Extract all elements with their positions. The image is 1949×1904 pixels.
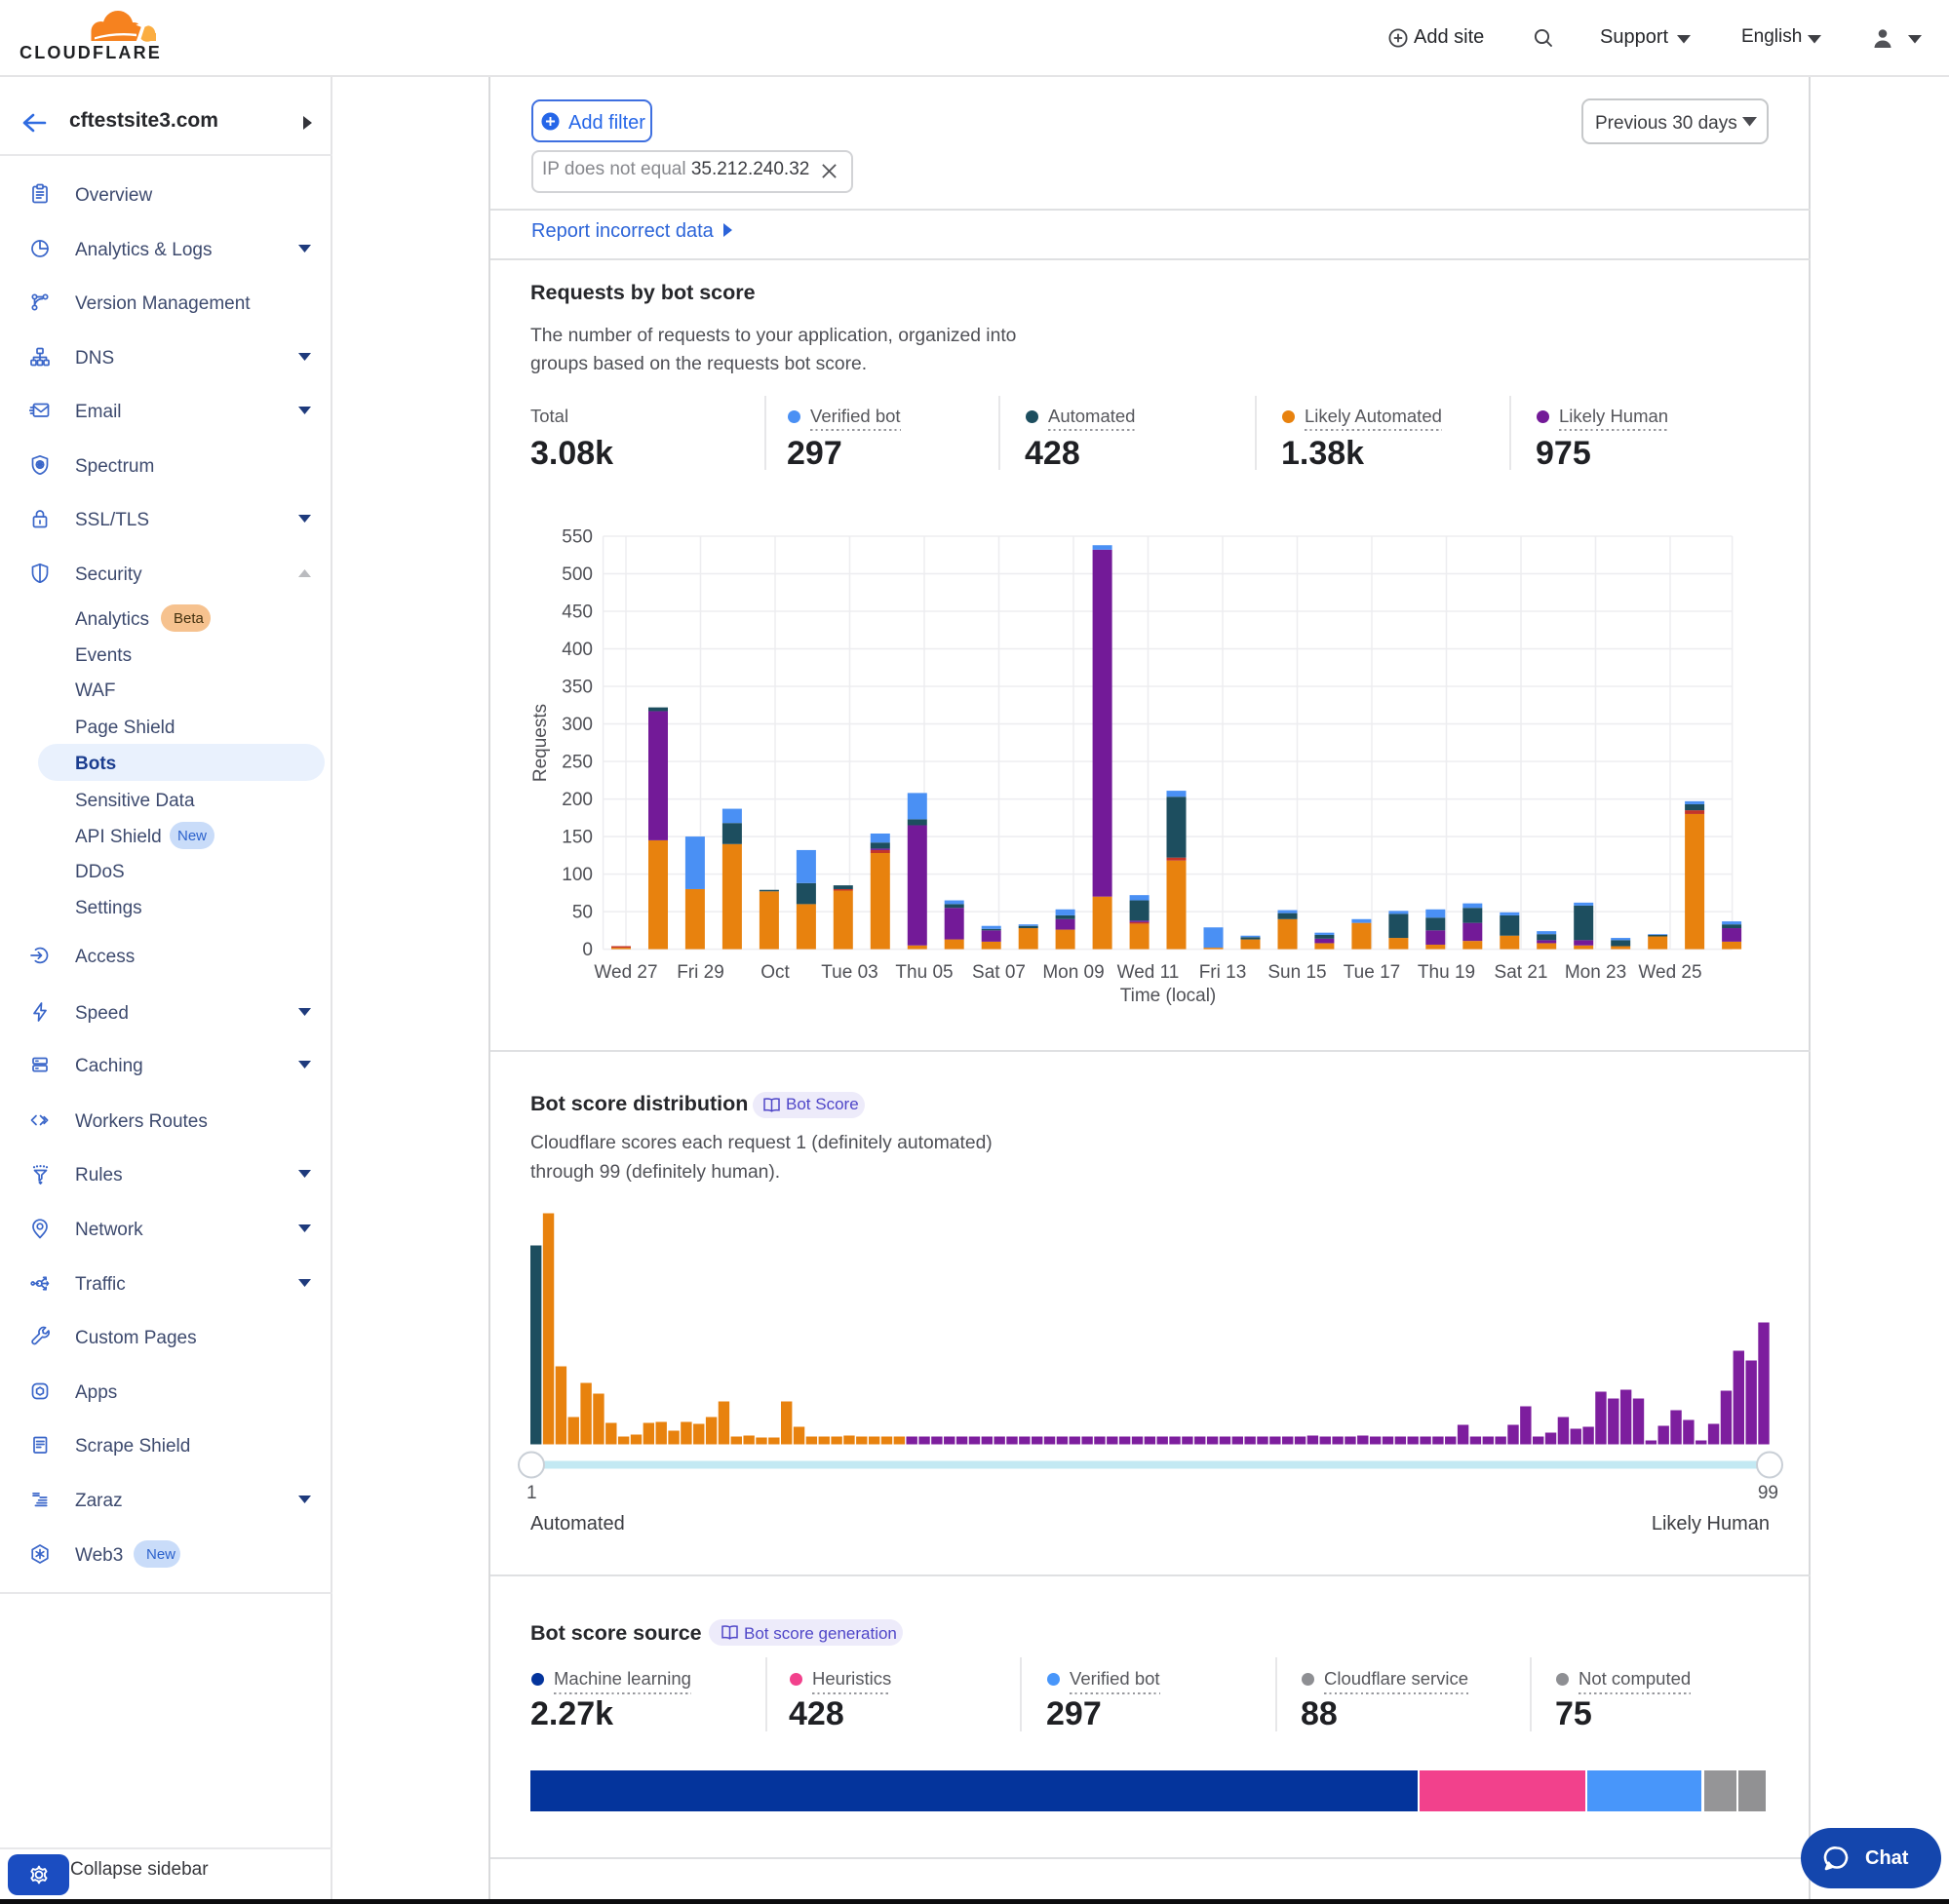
svg-text:550: 550 <box>562 527 593 548</box>
svg-text:Oct: Oct <box>760 962 790 983</box>
svg-text:Sat 07: Sat 07 <box>972 962 1026 983</box>
svg-text:Tue 17: Tue 17 <box>1344 962 1400 983</box>
svg-text:Sat 21: Sat 21 <box>1495 962 1548 983</box>
svg-text:Sun 15: Sun 15 <box>1267 962 1326 983</box>
svg-text:Time (local): Time (local) <box>1120 986 1217 1006</box>
svg-text:350: 350 <box>562 678 593 698</box>
svg-text:Thu 05: Thu 05 <box>895 962 953 983</box>
svg-text:Tue 03: Tue 03 <box>821 962 877 983</box>
svg-text:Requests: Requests <box>530 704 551 782</box>
svg-text:50: 50 <box>572 903 593 923</box>
svg-text:400: 400 <box>562 640 593 660</box>
svg-text:Mon 23: Mon 23 <box>1565 962 1626 983</box>
svg-text:Thu 19: Thu 19 <box>1418 962 1475 983</box>
svg-text:500: 500 <box>562 564 593 585</box>
svg-text:200: 200 <box>562 790 593 810</box>
svg-text:Wed 27: Wed 27 <box>594 962 657 983</box>
svg-text:300: 300 <box>562 715 593 735</box>
svg-text:150: 150 <box>562 828 593 848</box>
svg-text:Fri 13: Fri 13 <box>1199 962 1247 983</box>
svg-text:Mon 09: Mon 09 <box>1042 962 1104 983</box>
svg-text:250: 250 <box>562 753 593 773</box>
svg-text:450: 450 <box>562 602 593 623</box>
svg-text:Fri 29: Fri 29 <box>677 962 724 983</box>
svg-text:0: 0 <box>582 940 593 960</box>
svg-text:Wed 25: Wed 25 <box>1638 962 1701 983</box>
svg-text:Wed 11: Wed 11 <box>1117 962 1180 983</box>
svg-text:100: 100 <box>562 865 593 885</box>
